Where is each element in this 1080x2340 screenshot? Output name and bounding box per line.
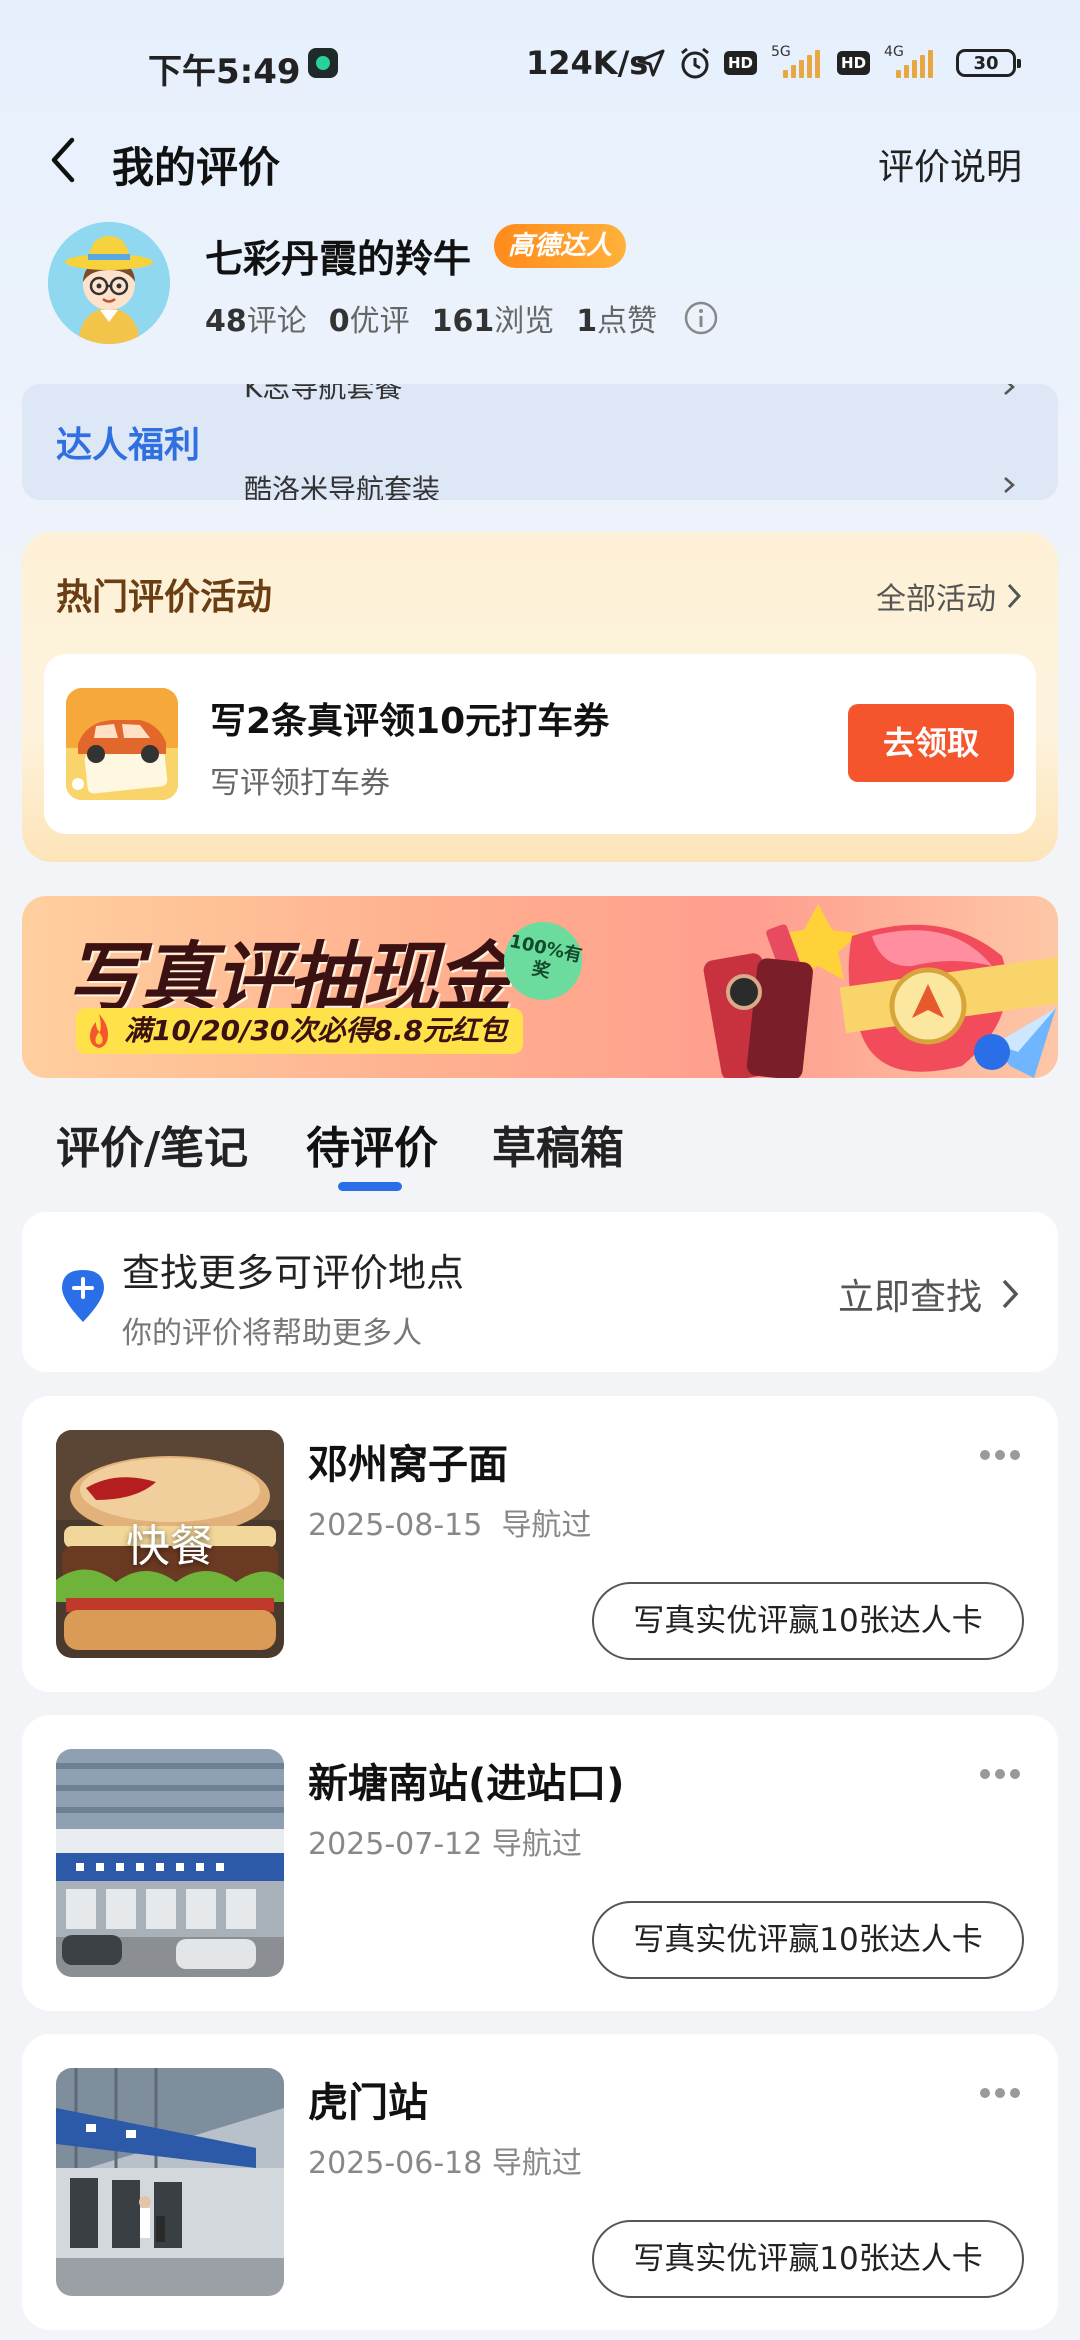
expert-badge[interactable]: 高德达人 xyxy=(494,224,627,268)
location-arrow-icon xyxy=(637,49,665,77)
find-now-label: 立即查找 xyxy=(837,1277,982,1318)
header: 我的评价 评价说明 xyxy=(0,118,1080,202)
avatar-illustration xyxy=(48,222,170,344)
username: 七彩丹霞的羚牛 xyxy=(205,237,472,281)
claim-button[interactable]: 去领取 xyxy=(848,704,1014,782)
status-time: 下午5:49 xyxy=(148,52,301,92)
place-thumbnail xyxy=(56,1749,284,1977)
find-now-button[interactable]: 立即查找 xyxy=(838,1268,1020,1320)
more-options-icon[interactable] xyxy=(978,1448,1022,1462)
all-activities-label: 全部活动 xyxy=(876,582,996,617)
more-options-icon[interactable] xyxy=(978,1767,1022,1781)
place-thumbnail: 快餐 xyxy=(56,1430,284,1658)
activities-title: 热门评价活动 xyxy=(56,577,273,618)
status-icons: HD 5G HD 4G 30 xyxy=(636,40,1022,86)
pending-place-card[interactable]: 新塘南站(进站口) 2025-07-12 导航过 写真实优评赢10张达人卡 xyxy=(22,1715,1058,2011)
prize-illustration xyxy=(703,904,1058,1078)
review-rules-link[interactable]: 评价说明 xyxy=(878,138,1022,190)
benefit-item[interactable]: K志导航套餐 xyxy=(244,384,402,406)
add-location-pin-icon xyxy=(62,1270,104,1322)
write-review-button[interactable]: 写真实优评赢10张达人卡 xyxy=(592,2220,1024,2298)
promo-subtitle: 满10/20/30次必得8.8元红包 xyxy=(76,1008,523,1054)
benefit-item[interactable]: 酷洛米导航套装 xyxy=(244,468,440,500)
station-photo xyxy=(56,1749,284,1977)
place-meta: 2025-06-18 导航过 xyxy=(308,2146,582,2181)
page-title: 我的评价 xyxy=(112,143,281,192)
avatar[interactable] xyxy=(48,222,170,344)
hd-voice-icon: HD xyxy=(724,51,758,75)
promo-seal: 100%有奖 xyxy=(496,914,590,1008)
activity-subtitle: 写评领打车券 xyxy=(210,766,390,801)
info-icon[interactable] xyxy=(683,300,719,336)
signal-icon: 5G xyxy=(769,44,825,80)
back-arrow-icon[interactable] xyxy=(44,132,84,188)
find-places-title: 查找更多可评价地点 xyxy=(122,1251,465,1295)
hd-voice-icon: HD xyxy=(837,51,871,75)
chevron-right-icon xyxy=(1004,384,1015,395)
stat-reviews: 48评论 xyxy=(205,304,307,339)
find-places-subtitle: 你的评价将帮助更多人 xyxy=(122,1316,422,1351)
activity-title: 写2条真评领10元打车券 xyxy=(210,701,610,742)
alarm-icon xyxy=(681,47,709,79)
app-notification-icon xyxy=(308,48,338,78)
activity-thumbnail xyxy=(66,688,178,800)
profile-section: 七彩丹霞的羚牛 高德达人 48评论 0优评 161浏览 1点赞 xyxy=(0,218,1080,348)
station-photo xyxy=(56,2068,284,2296)
place-name: 虎门站 xyxy=(308,2080,428,2126)
tab-reviews-notes[interactable]: 评价/笔记 xyxy=(56,1112,248,1176)
status-bar: 下午5:49 124K/s HD 5G HD 4G 30 xyxy=(0,0,1080,130)
activity-card[interactable]: 写2条真评领10元打车券 写评领打车券 去领取 xyxy=(44,654,1036,834)
all-activities-link[interactable]: 全部活动 xyxy=(876,574,1022,618)
car-coupon-illustration xyxy=(66,688,178,800)
place-name: 邓州窝子面 xyxy=(308,1442,508,1488)
tab-pending-review[interactable]: 待评价 xyxy=(306,1112,438,1176)
write-review-button[interactable]: 写真实优评赢10张达人卡 xyxy=(592,1582,1024,1660)
stat-likes: 1点赞 xyxy=(576,304,658,339)
find-places-card[interactable]: 查找更多可评价地点 你的评价将帮助更多人 立即查找 xyxy=(22,1212,1058,1372)
place-name: 新塘南站(进站口) xyxy=(308,1761,625,1807)
place-meta: 2025-08-15 导航过 xyxy=(308,1508,592,1543)
benefits-title: 达人福利 xyxy=(56,425,201,466)
place-thumbnail xyxy=(56,2068,284,2296)
chevron-right-icon xyxy=(1007,583,1022,609)
flame-icon xyxy=(90,1014,108,1048)
hot-review-activities: 热门评价活动 全部活动 写2条真评领10元打车券 写评领打车券 去领取 xyxy=(22,532,1058,862)
review-tabs: 评价/笔记 待评价 草稿箱 xyxy=(0,1104,1080,1204)
place-meta: 2025-07-12 导航过 xyxy=(308,1827,582,1862)
stat-views: 161浏览 xyxy=(431,304,555,339)
battery-icon: 30 xyxy=(956,49,1022,77)
pending-place-card[interactable]: 快餐 邓州窝子面 2025-08-15 导航过 写真实优评赢10张达人卡 xyxy=(22,1396,1058,1692)
promo-banner[interactable]: 写真评抽现金 满10/20/30次必得8.8元红包 100%有奖 xyxy=(22,896,1058,1078)
chevron-right-icon xyxy=(1004,477,1015,493)
write-review-button[interactable]: 写真实优评赢10张达人卡 xyxy=(592,1901,1024,1979)
expert-benefits[interactable]: 达人福利 K志导航套餐 酷洛米导航套装 xyxy=(22,384,1058,500)
category-label: 快餐 xyxy=(126,1521,214,1572)
signal-icon: 4G xyxy=(882,44,938,80)
active-tab-indicator xyxy=(338,1182,402,1191)
network-speed: 124K/s xyxy=(526,44,649,82)
profile-stats: 48评论 0优评 161浏览 1点赞 xyxy=(205,296,719,340)
stat-quality-reviews: 0优评 xyxy=(328,304,410,339)
more-options-icon[interactable] xyxy=(978,2086,1022,2100)
tab-drafts[interactable]: 草稿箱 xyxy=(492,1112,624,1176)
chevron-right-icon xyxy=(1002,1279,1019,1309)
pending-place-card[interactable]: 虎门站 2025-06-18 导航过 写真实优评赢10张达人卡 xyxy=(22,2034,1058,2330)
